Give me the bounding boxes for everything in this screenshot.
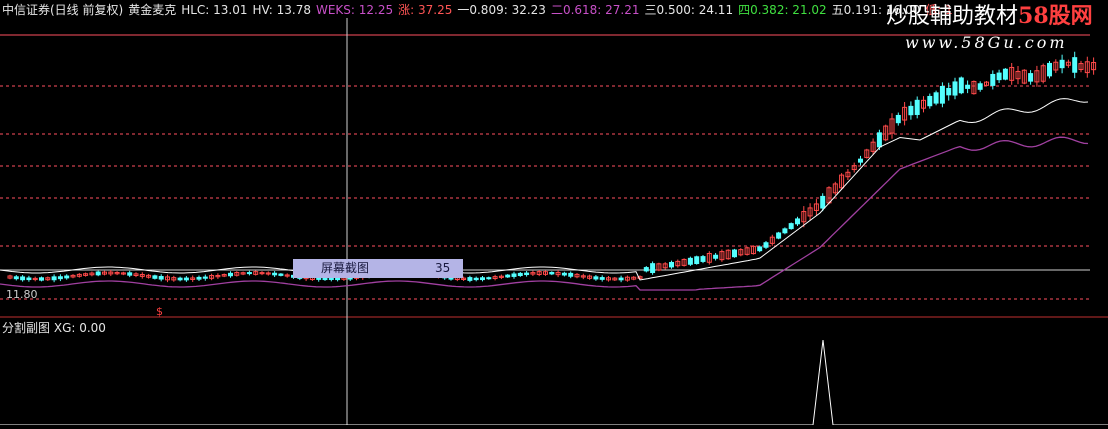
zhang-value: 涨: 37.25 xyxy=(398,3,453,17)
candlestick-body xyxy=(687,257,693,265)
candlestick-body xyxy=(908,105,914,116)
candlestick-body xyxy=(328,277,334,280)
candlestick-body xyxy=(183,277,189,281)
candlestick-body xyxy=(13,276,19,280)
candlestick-body xyxy=(946,87,952,96)
candlestick-body xyxy=(776,232,782,239)
candlestick-body xyxy=(20,276,26,281)
fib-0618-value: 二0.618: 27.21 xyxy=(550,3,640,17)
moving-average-line xyxy=(0,98,1089,281)
candlestick-body xyxy=(927,95,933,107)
candlestick-body xyxy=(1072,57,1078,73)
candlestick-body xyxy=(505,274,511,278)
candlestick-body xyxy=(57,276,63,280)
main-chart-svg[interactable] xyxy=(0,0,1108,426)
indicator-name: 黄金麦克 xyxy=(128,3,177,17)
watermark-url: www.58Gu.com xyxy=(905,33,1068,52)
xg-signal-line xyxy=(0,339,1108,426)
candlestick-body xyxy=(127,272,133,276)
chart-canvas[interactable] xyxy=(0,0,1108,426)
candlestick-body xyxy=(1002,68,1008,80)
candlestick-body xyxy=(593,276,599,280)
hlc-value: HLC: 13.01 xyxy=(181,3,248,17)
sub-panel-header: 分割副图 XG: 0.00 xyxy=(2,321,106,335)
candlestick-body xyxy=(669,261,674,268)
crosshair-tooltip: 屏幕截图 35 xyxy=(293,259,463,278)
candlestick-body xyxy=(788,223,794,230)
watermark-accent: 58股网 xyxy=(1018,3,1093,29)
candlestick-body xyxy=(990,73,996,86)
candlestick-body xyxy=(202,276,208,279)
candlestick-body xyxy=(51,276,57,281)
candlestick-body xyxy=(700,256,706,262)
candlestick-body xyxy=(782,228,788,234)
candlestick-body xyxy=(95,271,101,276)
candlestick-body xyxy=(1047,62,1052,77)
candlestick-body xyxy=(467,277,473,281)
candlestick-body xyxy=(246,272,252,275)
fib-0809-value: 一0.809: 32.23 xyxy=(457,3,546,17)
stock-name: 中信证券(日线 前复权) xyxy=(2,3,124,17)
tooltip-value: 35 xyxy=(435,261,451,275)
candlestick-body xyxy=(952,81,958,96)
candlestick-body xyxy=(322,277,328,281)
low-price-label: 11.80 xyxy=(6,288,38,301)
candlestick-body xyxy=(977,83,983,90)
candlestick-body xyxy=(599,277,605,280)
candlestick-body xyxy=(876,132,882,148)
fib-0500-value: 三0.500: 24.11 xyxy=(644,3,734,17)
signal-marker: $ xyxy=(156,305,163,318)
candlestick-body xyxy=(795,218,800,225)
candlestick-body xyxy=(568,272,574,277)
candlestick-body xyxy=(196,276,202,280)
candlestick-body xyxy=(914,99,920,115)
candlestick-body xyxy=(858,158,863,163)
candlestick-body xyxy=(177,277,183,281)
candlestick-body xyxy=(524,272,530,276)
candlestick-body xyxy=(26,277,32,281)
candlestick-body xyxy=(511,273,517,277)
sub-panel-xg: XG: 0.00 xyxy=(53,321,106,335)
indicator-header: 中信证券(日线 前复权) 黄金麦克 HLC: 13.01 HV: 13.78 WEKS:… xyxy=(2,2,958,18)
candlestick-body xyxy=(694,256,700,265)
candlestick-body xyxy=(486,277,492,280)
candlestick-body xyxy=(732,249,737,258)
watermark: 炒股輔助教材58股网 xyxy=(886,3,1093,30)
candlestick-body xyxy=(643,267,649,272)
candlestick-body xyxy=(958,77,964,94)
candlestick-body xyxy=(278,273,284,276)
sub-panel-label: 分割副图 xyxy=(2,321,51,335)
watermark-text: 炒股輔助教材 xyxy=(886,4,1019,29)
candlestick-body xyxy=(335,277,341,281)
candlestick-body xyxy=(64,275,70,279)
candlestick-body xyxy=(152,275,158,279)
candlestick-body xyxy=(820,195,826,209)
fib-0382-value: 四0.382: 21.02 xyxy=(738,3,827,17)
candlestick-body xyxy=(272,272,278,276)
weks-value: WEKS: 12.25 xyxy=(315,3,394,17)
candlestick-body xyxy=(39,277,44,281)
candlestick-body xyxy=(228,272,233,277)
candlestick-body xyxy=(1059,59,1065,69)
candlestick-body xyxy=(996,72,1002,81)
hv-value: HV: 13.78 xyxy=(252,3,311,17)
candlestick-body xyxy=(757,246,763,252)
candlestick-body xyxy=(480,277,485,281)
candlestick-body xyxy=(549,271,555,275)
candlestick-body xyxy=(763,242,769,248)
candlestick-body xyxy=(517,272,523,276)
candlestick-body xyxy=(965,84,971,89)
candlestick-body xyxy=(473,277,479,281)
candlestick-body xyxy=(561,272,567,276)
candlestick-body xyxy=(618,277,624,281)
candlestick-body xyxy=(933,92,939,104)
tooltip-label: 屏幕截图 xyxy=(321,261,370,275)
candlestick-body xyxy=(713,254,719,259)
candlestick-body xyxy=(650,263,656,274)
candlestick-body xyxy=(895,114,901,124)
candlestick-body xyxy=(316,277,322,280)
candlestick-body xyxy=(1028,73,1034,82)
candlestick-body xyxy=(939,85,945,104)
candlestick-body xyxy=(158,276,164,280)
